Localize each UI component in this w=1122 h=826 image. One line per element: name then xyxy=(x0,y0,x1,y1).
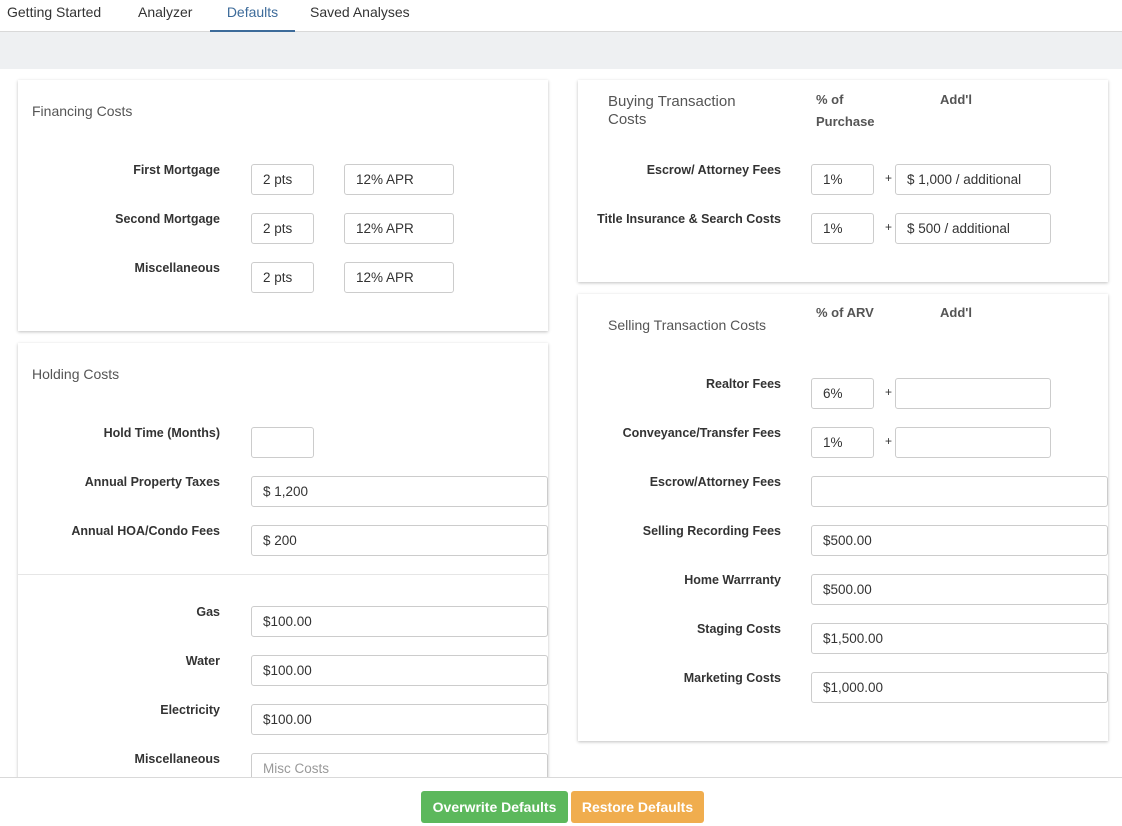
conveyance-fees-pct-input[interactable]: 1% xyxy=(811,427,874,458)
hoa-fees-label: Annual HOA/Condo Fees xyxy=(71,524,220,538)
gas-input[interactable]: $100.00 xyxy=(251,606,548,637)
selling-escrow-label: Escrow/Attorney Fees xyxy=(649,475,781,489)
conveyance-fees-addl-input[interactable] xyxy=(895,427,1051,458)
holding-costs-panel: Holding Costs Hold Time (Months) Annual … xyxy=(18,343,548,777)
property-taxes-input[interactable]: $ 1,200 xyxy=(251,476,548,507)
marketing-costs-label: Marketing Costs xyxy=(683,671,781,685)
defaults-content: Financing Costs First Mortgage 2 pts 12%… xyxy=(4,69,1122,777)
buying-transaction-costs-panel: Buying Transaction Costs % of Purchase A… xyxy=(578,80,1108,282)
financing-costs-panel: Financing Costs First Mortgage 2 pts 12%… xyxy=(18,80,548,331)
escrow-addl-input[interactable]: $ 1,000 / additional xyxy=(895,164,1051,195)
addl-header: Add'l xyxy=(940,305,972,320)
misc-holding-label: Miscellaneous xyxy=(134,752,220,766)
title-insurance-addl-input[interactable]: $ 500 / additional xyxy=(895,213,1051,244)
panel-title: Financing Costs xyxy=(32,103,133,119)
realtor-fees-pct-input[interactable]: 6% xyxy=(811,378,874,409)
addl-header: Add'l xyxy=(940,92,972,107)
water-input[interactable]: $100.00 xyxy=(251,655,548,686)
plus-sign: + xyxy=(885,385,893,399)
tab-getting-started[interactable]: Getting Started xyxy=(7,4,101,32)
restore-defaults-button[interactable]: Restore Defaults xyxy=(571,791,704,823)
recording-fees-label: Selling Recording Fees xyxy=(642,524,781,538)
marketing-costs-input[interactable]: $1,000.00 xyxy=(811,672,1108,703)
first-mortgage-apr-input[interactable]: 12% APR xyxy=(344,164,454,195)
conveyance-fees-label: Conveyance/Transfer Fees xyxy=(622,426,781,440)
misc-financing-apr-input[interactable]: 12% APR xyxy=(344,262,454,293)
misc-financing-label: Miscellaneous xyxy=(134,261,220,275)
pct-purchase-header: % of Purchase xyxy=(816,92,875,129)
hoa-fees-input[interactable]: $ 200 xyxy=(251,525,548,556)
tab-bar: Getting Started Analyzer Defaults Saved … xyxy=(0,0,1122,32)
realtor-fees-label: Realtor Fees xyxy=(705,377,781,391)
panel-title: Holding Costs xyxy=(32,366,120,382)
first-mortgage-points-input[interactable]: 2 pts xyxy=(251,164,314,195)
second-mortgage-points-input[interactable]: 2 pts xyxy=(251,213,314,244)
selling-escrow-input[interactable] xyxy=(811,476,1108,507)
selling-transaction-costs-panel: Selling Transaction Costs % of ARV Add'l… xyxy=(578,294,1108,741)
recording-fees-input[interactable]: $500.00 xyxy=(811,525,1108,556)
tab-content-header xyxy=(0,32,1122,69)
first-mortgage-label: First Mortgage xyxy=(133,163,220,177)
staging-costs-label: Staging Costs xyxy=(696,622,781,636)
plus-sign: + xyxy=(885,434,893,448)
panel-title: Buying Transaction Costs xyxy=(608,93,736,128)
escrow-pct-input[interactable]: 1% xyxy=(811,164,874,195)
hold-time-label: Hold Time (Months) xyxy=(103,426,220,440)
tab-defaults[interactable]: Defaults xyxy=(210,4,295,32)
water-label: Water xyxy=(185,654,220,668)
plus-sign: + xyxy=(885,171,893,185)
title-insurance-pct-input[interactable]: 1% xyxy=(811,213,874,244)
second-mortgage-label: Second Mortgage xyxy=(115,212,220,226)
plus-sign: + xyxy=(885,220,893,234)
divider xyxy=(18,574,548,575)
pct-arv-header: % of ARV xyxy=(816,305,874,320)
misc-costs-input[interactable]: Misc Costs xyxy=(251,753,548,777)
electricity-label: Electricity xyxy=(160,703,220,717)
overwrite-defaults-button[interactable]: Overwrite Defaults xyxy=(421,791,568,823)
gas-label: Gas xyxy=(196,605,220,619)
staging-costs-input[interactable]: $1,500.00 xyxy=(811,623,1108,654)
realtor-fees-addl-input[interactable] xyxy=(895,378,1051,409)
property-taxes-label: Annual Property Taxes xyxy=(84,475,220,489)
electricity-input[interactable]: $100.00 xyxy=(251,704,548,735)
second-mortgage-apr-input[interactable]: 12% APR xyxy=(344,213,454,244)
hold-time-input[interactable] xyxy=(251,427,314,458)
tab-saved-analyses[interactable]: Saved Analyses xyxy=(310,4,410,32)
misc-financing-points-input[interactable]: 2 pts xyxy=(251,262,314,293)
escrow-attorney-label: Escrow/ Attorney Fees xyxy=(646,163,781,177)
title-insurance-label: Title Insurance & Search Costs xyxy=(597,212,781,226)
footer-bar: Overwrite Defaults Restore Defaults xyxy=(0,777,1122,826)
home-warranty-input[interactable]: $500.00 xyxy=(811,574,1108,605)
panel-title: Selling Transaction Costs xyxy=(608,317,766,333)
tab-analyzer[interactable]: Analyzer xyxy=(138,4,192,32)
home-warranty-label: Home Warrranty xyxy=(684,573,781,587)
